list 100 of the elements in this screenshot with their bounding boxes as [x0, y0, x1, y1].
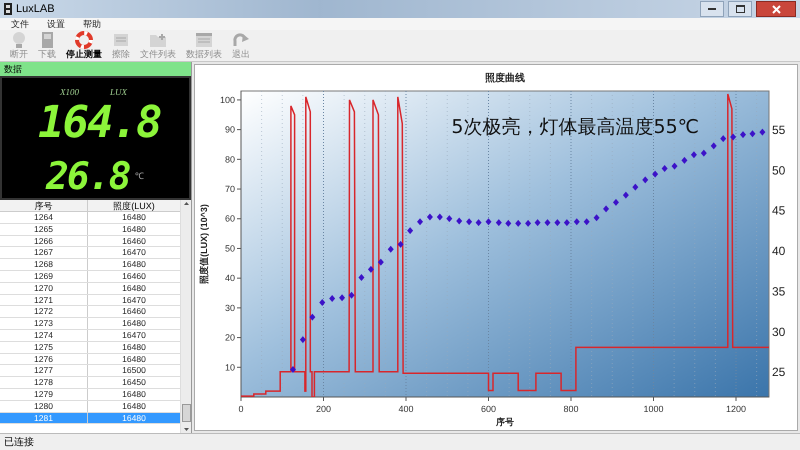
table-row[interactable]: 1276 16480	[0, 354, 180, 366]
menu-item[interactable]: 设置	[47, 18, 65, 30]
scrollbar[interactable]	[180, 200, 191, 433]
y2-tick-label: 40	[772, 244, 786, 258]
table-row[interactable]: 1274 16470	[0, 330, 180, 342]
y2-tick-label: 55	[772, 122, 786, 137]
menu-item[interactable]: 帮助	[83, 18, 101, 30]
table-row[interactable]: 1268 16480	[0, 259, 180, 271]
chart-annotation: 5次极亮，灯体最高温度55℃	[451, 116, 699, 138]
table-row[interactable]: 1269 16460	[0, 270, 180, 283]
table-cell-text: 16470	[121, 330, 147, 341]
y-tick-label: 20	[224, 332, 235, 343]
table-cell-text: 16480	[121, 282, 147, 294]
close-icon	[772, 4, 780, 14]
y-tick-label: 10	[224, 362, 235, 372]
table-cell: 1278	[0, 377, 88, 388]
table-cell: 1265	[0, 224, 88, 235]
table-row[interactable]: 1271 16470	[0, 294, 180, 306]
table-row[interactable]: 1264 16480	[0, 212, 180, 224]
table-cell: 1279	[0, 388, 88, 400]
y-tick-label: 30	[224, 302, 235, 313]
close-button[interactable]	[756, 1, 796, 17]
unit-label: LUX	[110, 86, 128, 99]
table-row[interactable]: 1265 16480	[0, 224, 180, 236]
table-cell-text: 16480	[121, 400, 147, 412]
folder-icon	[149, 31, 167, 49]
y2-tick-label: 25	[772, 365, 786, 380]
table-row[interactable]: 1267 16470	[0, 247, 180, 260]
y-tick-label: 80	[224, 154, 235, 164]
y2-tick-label: 30	[772, 324, 786, 339]
table-cell-text: 16450	[121, 377, 147, 388]
x-tick-label: 200	[316, 404, 332, 414]
y-axis-label: 照度值(LUX) (10^3)	[199, 204, 209, 284]
temperature-unit: ℃	[135, 170, 144, 183]
toolbar-button[interactable]: 停止测量	[64, 31, 104, 60]
table-cell: 1271	[0, 294, 88, 306]
table-cell-text: 16460	[121, 270, 147, 282]
list-window-icon	[195, 31, 213, 49]
column-header[interactable]: 序号	[0, 200, 88, 211]
table-cell-text: 16460	[121, 236, 147, 246]
table-cell: 1264	[0, 212, 88, 223]
y2-tick-label: 45	[772, 204, 786, 218]
y2-tick-label: 35	[772, 284, 786, 298]
table-row[interactable]: 1273 16480	[0, 318, 180, 330]
multiplier-label: X100	[60, 86, 79, 99]
table-cell: 1268	[0, 259, 88, 270]
table-cell: 1275	[0, 342, 88, 353]
y-tick-label: 50	[224, 243, 235, 254]
table-cell: 1270	[0, 282, 88, 294]
x-axis-label: 序号	[496, 417, 514, 427]
x-tick-label: 1200	[726, 404, 746, 414]
table-row[interactable]: 1277 16500	[0, 365, 180, 378]
y-tick-label: 100	[220, 94, 235, 105]
table-row[interactable]: 1272 16460	[0, 306, 180, 318]
table-cell: 1266	[0, 236, 88, 246]
scrollbar-thumb[interactable]	[182, 404, 190, 422]
app-icon	[4, 3, 12, 15]
table-cell: 1274	[0, 330, 88, 341]
y-tick-label: 40	[224, 273, 235, 284]
table-row[interactable]: 1280 16480	[0, 400, 180, 413]
x-tick-label: 1000	[643, 404, 664, 414]
table-cell: 1269	[0, 270, 88, 282]
table-row[interactable]: 1279 16480	[0, 388, 180, 401]
column-header[interactable]: 照度(LUX)	[88, 200, 180, 211]
table-cell-text: 16480	[121, 318, 147, 329]
table-row[interactable]: 1270 16480	[0, 282, 180, 295]
x-tick-label: 800	[563, 404, 579, 414]
table-row[interactable]: 1266 16460	[0, 236, 180, 248]
table-cell-text: 16470	[121, 294, 147, 306]
table-cell-text: 16480	[121, 412, 147, 424]
lux-reading: 164.8	[38, 98, 160, 148]
menu-item[interactable]: 文件	[11, 18, 29, 30]
table-cell-text: 16480	[121, 342, 147, 353]
maximize-icon	[736, 5, 744, 13]
table-cell-text: 16470	[121, 247, 147, 258]
temperature-reading: 26.8	[46, 154, 130, 198]
table-cell-text: 16480	[121, 354, 147, 364]
scroll-down-icon	[184, 428, 188, 431]
table-cell-text: 16480	[121, 388, 147, 400]
y-tick-label: 90	[224, 124, 235, 135]
x-tick-label: 400	[398, 404, 414, 414]
table-cell-text: 16460	[121, 306, 147, 318]
minimize-icon	[708, 8, 716, 10]
panel-title: 数据	[0, 62, 191, 76]
table-cell-text: 16480	[121, 224, 147, 235]
redo-arrow-icon	[232, 31, 250, 49]
table-cell: 1281	[0, 412, 88, 424]
table-row[interactable]: 1278 16450	[0, 377, 180, 389]
table-cell: 1273	[0, 318, 88, 329]
table-cell: 1272	[0, 306, 88, 318]
table-cell: 1280	[0, 400, 88, 412]
maximize-button[interactable]	[728, 1, 752, 17]
table-cell: 1276	[0, 354, 88, 364]
table-cell: 1267	[0, 247, 88, 258]
x-tick-label: 0	[238, 404, 244, 414]
scroll-up-icon	[184, 202, 188, 205]
minimize-button[interactable]	[700, 1, 724, 17]
table-row[interactable]: 1275 16480	[0, 342, 180, 354]
bulb-icon	[10, 31, 28, 49]
y-tick-label: 60	[224, 214, 235, 224]
